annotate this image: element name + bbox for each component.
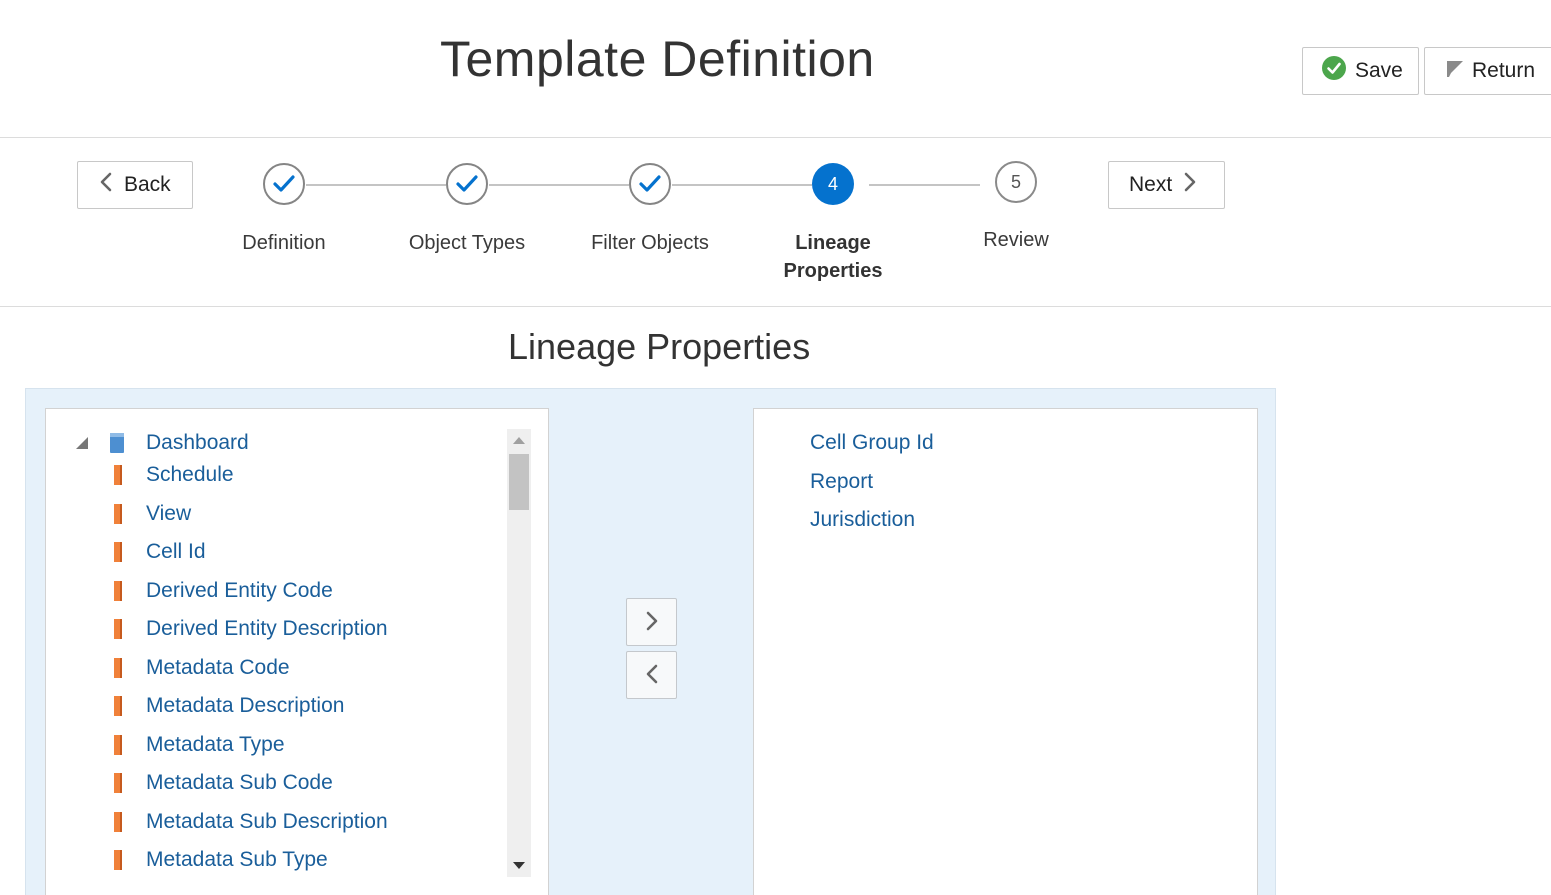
scroll-down-icon[interactable]: [513, 862, 525, 869]
return-flag-icon: [1447, 59, 1463, 83]
list-item[interactable]: Metadata Sub Type: [114, 846, 328, 874]
property-icon: [114, 581, 122, 601]
step-number: 4: [812, 163, 854, 205]
back-label: Back: [124, 173, 171, 196]
list-item[interactable]: Report: [810, 468, 873, 496]
property-icon: [114, 619, 122, 639]
step-definition[interactable]: Definition: [194, 163, 374, 263]
list-item[interactable]: Derived Entity Code: [114, 577, 333, 605]
property-icon: [114, 735, 122, 755]
property-icon: [114, 696, 122, 716]
move-left-button[interactable]: [626, 651, 677, 699]
available-list[interactable]: Dashboard Schedule View Cell Id Derived …: [45, 408, 549, 895]
list-item[interactable]: Metadata Description: [114, 692, 344, 720]
list-item[interactable]: Metadata Sub Description: [114, 808, 388, 836]
list-item[interactable]: Schedule: [114, 461, 234, 489]
shuttle-panel: Dashboard Schedule View Cell Id Derived …: [25, 388, 1276, 895]
list-item-label: Derived Entity Code: [146, 579, 333, 602]
list-item[interactable]: View: [114, 500, 191, 528]
step-label: Object Types: [408, 232, 526, 254]
property-icon: [114, 773, 122, 793]
back-button[interactable]: Back: [77, 161, 193, 209]
scroll-up-icon[interactable]: [513, 437, 525, 444]
step-filter-objects[interactable]: Filter Objects: [560, 163, 740, 263]
property-icon: [114, 465, 122, 485]
step-number: 5: [995, 161, 1037, 203]
step-review[interactable]: 5 Review: [926, 161, 1106, 261]
list-item[interactable]: Derived Entity Description: [114, 615, 388, 643]
page-icon: [110, 433, 124, 453]
list-item[interactable]: Cell Id: [114, 538, 206, 566]
chevron-right-icon: [646, 611, 658, 634]
step-object-types[interactable]: Object Types: [377, 163, 557, 263]
step-label: Definition: [242, 232, 326, 254]
header-divider: [0, 137, 1551, 138]
list-item-label: Derived Entity Description: [146, 617, 388, 640]
property-icon: [114, 850, 122, 870]
return-button[interactable]: Return: [1424, 47, 1551, 95]
property-icon: [114, 542, 122, 562]
property-icon: [114, 812, 122, 832]
property-icon: [114, 658, 122, 678]
list-item-label: Cell Id: [146, 540, 206, 563]
check-circle-icon: [1322, 56, 1346, 86]
list-item[interactable]: Metadata Type: [114, 731, 285, 759]
next-label: Next: [1129, 173, 1173, 196]
chevron-left-icon: [646, 664, 658, 687]
collapse-triangle-icon[interactable]: [76, 437, 88, 449]
property-icon: [114, 504, 122, 524]
list-item-label: Metadata Sub Description: [146, 810, 388, 833]
step-check-icon: [629, 163, 671, 205]
step-label: Filter Objects: [591, 232, 709, 254]
step-lineage-properties[interactable]: 4 Lineage Properties: [743, 163, 923, 283]
list-item-label: Metadata Sub Type: [146, 848, 328, 871]
list-item-label: View: [146, 502, 192, 525]
chevron-right-icon: [1184, 172, 1196, 198]
save-label: Save: [1355, 59, 1403, 82]
list-item-label: Metadata Sub Code: [146, 771, 333, 794]
list-item-label: Metadata Description: [146, 694, 345, 717]
list-item[interactable]: Metadata Code: [114, 654, 290, 682]
tree-node-label: Dashboard: [146, 431, 249, 454]
tree-node-dashboard[interactable]: Dashboard: [76, 429, 249, 457]
step-check-icon: [263, 163, 305, 205]
list-item[interactable]: Metadata Sub Code: [114, 769, 333, 797]
list-item[interactable]: Cell Group Id: [810, 429, 934, 457]
chevron-left-icon: [100, 172, 112, 198]
scrollbar-thumb[interactable]: [509, 454, 529, 510]
step-label: Lineage Properties: [783, 232, 883, 282]
page-title: Template Definition: [440, 31, 875, 87]
section-title: Lineage Properties: [508, 326, 811, 367]
return-label: Return: [1472, 59, 1536, 82]
list-item-label: Metadata Code: [146, 656, 290, 679]
selected-list[interactable]: Cell Group Id Report Jurisdiction: [753, 408, 1258, 895]
save-button[interactable]: Save: [1302, 47, 1419, 95]
step-check-icon: [446, 163, 488, 205]
next-button[interactable]: Next: [1108, 161, 1225, 209]
step-label: Review: [983, 229, 1049, 251]
list-item-label: Schedule: [146, 463, 234, 486]
wizard-divider: [0, 306, 1551, 307]
vertical-scrollbar[interactable]: [507, 429, 531, 877]
list-item-label: Metadata Type: [146, 733, 285, 756]
move-right-button[interactable]: [626, 598, 677, 646]
list-item[interactable]: Jurisdiction: [810, 506, 915, 534]
